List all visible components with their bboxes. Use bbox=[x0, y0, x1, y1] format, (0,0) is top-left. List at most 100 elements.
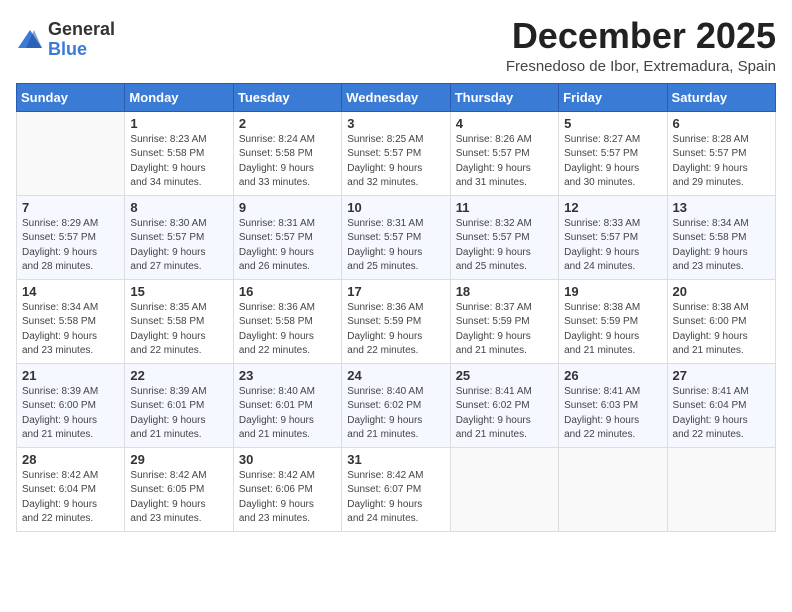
calendar-cell: 9 Sunrise: 8:31 AM Sunset: 5:57 PM Daylig… bbox=[233, 195, 341, 279]
day-info: Sunrise: 8:36 AM Sunset: 5:58 PM Dayligh… bbox=[239, 301, 336, 359]
day-info: Sunrise: 8:42 AM Sunset: 6:04 PM Dayligh… bbox=[22, 469, 119, 527]
location-text: Fresnedoso de Ibor, Extremadura, Spain bbox=[506, 58, 776, 75]
calendar-cell: 1 Sunrise: 8:23 AM Sunset: 5:58 PM Daylig… bbox=[125, 111, 233, 195]
calendar-cell bbox=[559, 447, 667, 531]
day-info: Sunrise: 8:29 AM Sunset: 5:57 PM Dayligh… bbox=[22, 217, 119, 275]
calendar-cell: 3 Sunrise: 8:25 AM Sunset: 5:57 PM Daylig… bbox=[342, 111, 450, 195]
calendar-cell bbox=[450, 447, 558, 531]
day-number: 25 bbox=[456, 368, 553, 383]
calendar-cell: 7 Sunrise: 8:29 AM Sunset: 5:57 PM Daylig… bbox=[17, 195, 125, 279]
day-number: 19 bbox=[564, 284, 661, 299]
day-info: Sunrise: 8:41 AM Sunset: 6:02 PM Dayligh… bbox=[456, 385, 553, 443]
weekday-header-saturday: Saturday bbox=[667, 83, 775, 111]
day-number: 16 bbox=[239, 284, 336, 299]
weekday-header-wednesday: Wednesday bbox=[342, 83, 450, 111]
day-info: Sunrise: 8:42 AM Sunset: 6:06 PM Dayligh… bbox=[239, 469, 336, 527]
day-number: 18 bbox=[456, 284, 553, 299]
weekday-header-thursday: Thursday bbox=[450, 83, 558, 111]
day-number: 26 bbox=[564, 368, 661, 383]
calendar-cell: 31 Sunrise: 8:42 AM Sunset: 6:07 PM Dayli… bbox=[342, 447, 450, 531]
day-info: Sunrise: 8:36 AM Sunset: 5:59 PM Dayligh… bbox=[347, 301, 444, 359]
calendar-cell: 20Sunrise: 8:38 AM Sunset: 6:00 PM Dayli… bbox=[667, 279, 775, 363]
logo-general-text: General bbox=[48, 19, 115, 39]
calendar-cell: 2 Sunrise: 8:24 AM Sunset: 5:58 PM Daylig… bbox=[233, 111, 341, 195]
weekday-header-sunday: Sunday bbox=[17, 83, 125, 111]
day-info: Sunrise: 8:41 AM Sunset: 6:04 PM Dayligh… bbox=[673, 385, 770, 443]
day-number: 30 bbox=[239, 452, 336, 467]
day-number: 9 bbox=[239, 200, 336, 215]
calendar-cell: 19Sunrise: 8:38 AM Sunset: 5:59 PM Dayli… bbox=[559, 279, 667, 363]
month-title: December 2025 bbox=[506, 16, 776, 56]
day-number: 8 bbox=[130, 200, 227, 215]
day-number: 13 bbox=[673, 200, 770, 215]
calendar-cell: 16 Sunrise: 8:36 AM Sunset: 5:58 PM Dayli… bbox=[233, 279, 341, 363]
day-info: Sunrise: 8:27 AM Sunset: 5:57 PM Dayligh… bbox=[564, 133, 661, 191]
day-number: 11 bbox=[456, 200, 553, 215]
day-number: 4 bbox=[456, 116, 553, 131]
calendar-cell: 26Sunrise: 8:41 AM Sunset: 6:03 PM Dayli… bbox=[559, 363, 667, 447]
day-number: 5 bbox=[564, 116, 661, 131]
day-info: Sunrise: 8:28 AM Sunset: 5:57 PM Dayligh… bbox=[673, 133, 770, 191]
day-info: Sunrise: 8:40 AM Sunset: 6:01 PM Dayligh… bbox=[239, 385, 336, 443]
logo-icon bbox=[16, 26, 44, 54]
day-info: Sunrise: 8:40 AM Sunset: 6:02 PM Dayligh… bbox=[347, 385, 444, 443]
calendar-cell: 15 Sunrise: 8:35 AM Sunset: 5:58 PM Dayli… bbox=[125, 279, 233, 363]
day-number: 15 bbox=[130, 284, 227, 299]
calendar-cell bbox=[17, 111, 125, 195]
day-info: Sunrise: 8:23 AM Sunset: 5:58 PM Dayligh… bbox=[130, 133, 227, 191]
day-number: 31 bbox=[347, 452, 444, 467]
day-info: Sunrise: 8:42 AM Sunset: 6:07 PM Dayligh… bbox=[347, 469, 444, 527]
day-number: 17 bbox=[347, 284, 444, 299]
day-number: 1 bbox=[130, 116, 227, 131]
week-row-5: 28Sunrise: 8:42 AM Sunset: 6:04 PM Dayli… bbox=[17, 447, 776, 531]
calendar-cell: 13Sunrise: 8:34 AM Sunset: 5:58 PM Dayli… bbox=[667, 195, 775, 279]
calendar-cell: 28Sunrise: 8:42 AM Sunset: 6:04 PM Dayli… bbox=[17, 447, 125, 531]
day-info: Sunrise: 8:39 AM Sunset: 6:01 PM Dayligh… bbox=[130, 385, 227, 443]
page-header: General Blue December 2025 Fresnedoso de… bbox=[16, 16, 776, 75]
calendar-cell: 18Sunrise: 8:37 AM Sunset: 5:59 PM Dayli… bbox=[450, 279, 558, 363]
day-number: 7 bbox=[22, 200, 119, 215]
logo-blue-text: Blue bbox=[48, 39, 87, 59]
calendar-cell: 14Sunrise: 8:34 AM Sunset: 5:58 PM Dayli… bbox=[17, 279, 125, 363]
calendar-cell: 6Sunrise: 8:28 AM Sunset: 5:57 PM Daylig… bbox=[667, 111, 775, 195]
calendar-cell bbox=[667, 447, 775, 531]
day-info: Sunrise: 8:33 AM Sunset: 5:57 PM Dayligh… bbox=[564, 217, 661, 275]
day-info: Sunrise: 8:32 AM Sunset: 5:57 PM Dayligh… bbox=[456, 217, 553, 275]
day-info: Sunrise: 8:26 AM Sunset: 5:57 PM Dayligh… bbox=[456, 133, 553, 191]
day-number: 2 bbox=[239, 116, 336, 131]
weekday-header-tuesday: Tuesday bbox=[233, 83, 341, 111]
day-number: 22 bbox=[130, 368, 227, 383]
day-info: Sunrise: 8:31 AM Sunset: 5:57 PM Dayligh… bbox=[347, 217, 444, 275]
day-number: 23 bbox=[239, 368, 336, 383]
calendar-cell: 22 Sunrise: 8:39 AM Sunset: 6:01 PM Dayli… bbox=[125, 363, 233, 447]
weekday-header-friday: Friday bbox=[559, 83, 667, 111]
day-number: 24 bbox=[347, 368, 444, 383]
day-info: Sunrise: 8:31 AM Sunset: 5:57 PM Dayligh… bbox=[239, 217, 336, 275]
calendar-cell: 21Sunrise: 8:39 AM Sunset: 6:00 PM Dayli… bbox=[17, 363, 125, 447]
day-info: Sunrise: 8:42 AM Sunset: 6:05 PM Dayligh… bbox=[130, 469, 227, 527]
calendar-cell: 8 Sunrise: 8:30 AM Sunset: 5:57 PM Daylig… bbox=[125, 195, 233, 279]
calendar-table: SundayMondayTuesdayWednesdayThursdayFrid… bbox=[16, 83, 776, 532]
day-number: 29 bbox=[130, 452, 227, 467]
calendar-cell: 4 Sunrise: 8:26 AM Sunset: 5:57 PM Daylig… bbox=[450, 111, 558, 195]
day-info: Sunrise: 8:39 AM Sunset: 6:00 PM Dayligh… bbox=[22, 385, 119, 443]
week-row-1: 1 Sunrise: 8:23 AM Sunset: 5:58 PM Daylig… bbox=[17, 111, 776, 195]
calendar-cell: 30 Sunrise: 8:42 AM Sunset: 6:06 PM Dayli… bbox=[233, 447, 341, 531]
day-number: 12 bbox=[564, 200, 661, 215]
day-info: Sunrise: 8:25 AM Sunset: 5:57 PM Dayligh… bbox=[347, 133, 444, 191]
calendar-cell: 17 Sunrise: 8:36 AM Sunset: 5:59 PM Dayli… bbox=[342, 279, 450, 363]
day-number: 27 bbox=[673, 368, 770, 383]
day-info: Sunrise: 8:35 AM Sunset: 5:58 PM Dayligh… bbox=[130, 301, 227, 359]
day-number: 3 bbox=[347, 116, 444, 131]
calendar-cell: 25 Sunrise: 8:41 AM Sunset: 6:02 PM Dayli… bbox=[450, 363, 558, 447]
day-info: Sunrise: 8:38 AM Sunset: 6:00 PM Dayligh… bbox=[673, 301, 770, 359]
weekday-header-row: SundayMondayTuesdayWednesdayThursdayFrid… bbox=[17, 83, 776, 111]
week-row-3: 14Sunrise: 8:34 AM Sunset: 5:58 PM Dayli… bbox=[17, 279, 776, 363]
calendar-cell: 27 Sunrise: 8:41 AM Sunset: 6:04 PM Dayli… bbox=[667, 363, 775, 447]
calendar-cell: 12 Sunrise: 8:33 AM Sunset: 5:57 PM Dayli… bbox=[559, 195, 667, 279]
week-row-2: 7 Sunrise: 8:29 AM Sunset: 5:57 PM Daylig… bbox=[17, 195, 776, 279]
day-info: Sunrise: 8:24 AM Sunset: 5:58 PM Dayligh… bbox=[239, 133, 336, 191]
calendar-cell: 11 Sunrise: 8:32 AM Sunset: 5:57 PM Dayli… bbox=[450, 195, 558, 279]
weekday-header-monday: Monday bbox=[125, 83, 233, 111]
day-info: Sunrise: 8:30 AM Sunset: 5:57 PM Dayligh… bbox=[130, 217, 227, 275]
